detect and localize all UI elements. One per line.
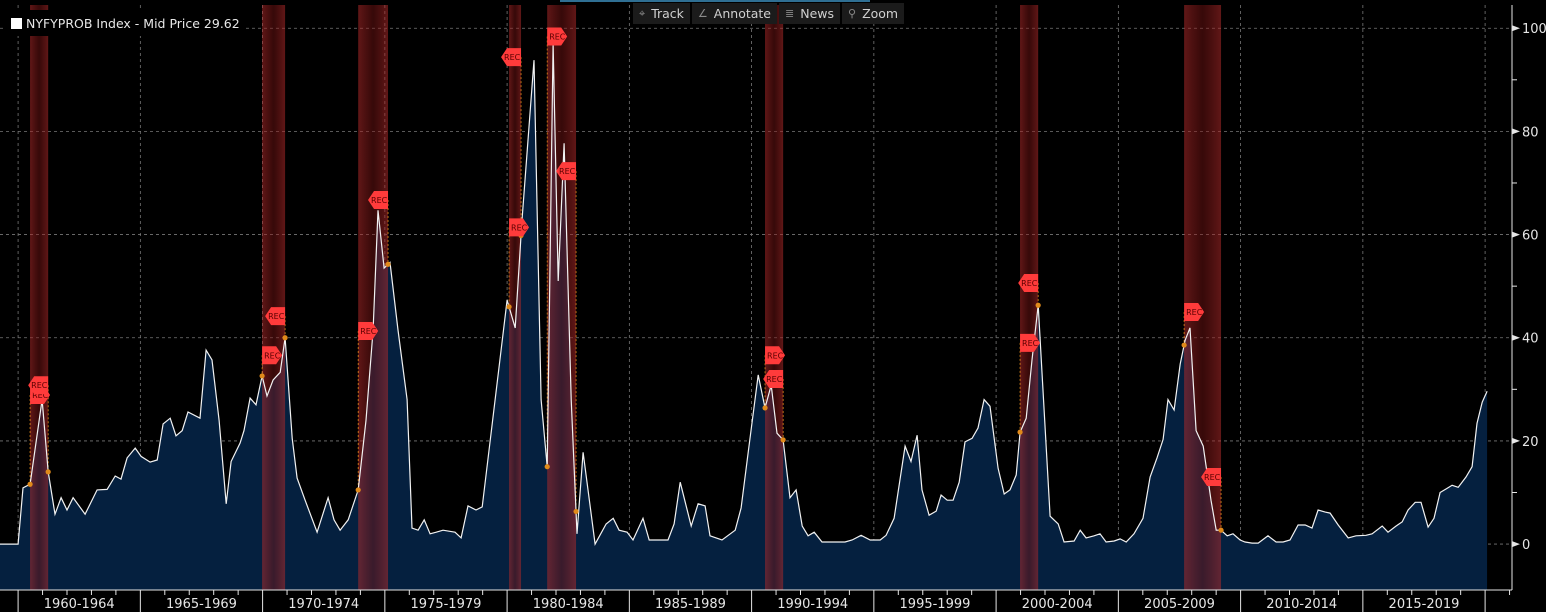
recession-end-dot	[780, 437, 786, 443]
rec-flag-label: REC	[766, 375, 783, 384]
x-tick-label: 1985-1989	[655, 597, 726, 612]
track-button[interactable]: ⌖ Track	[633, 3, 690, 24]
recession-band	[30, 5, 49, 590]
series-line	[0, 43, 1488, 547]
rec-flag-label: REC	[549, 32, 566, 41]
recession-band	[262, 5, 286, 590]
annotate-label: Annotate	[713, 6, 771, 21]
recession-start-dot	[506, 304, 512, 310]
legend-swatch	[11, 17, 22, 29]
recession-start-dot	[355, 487, 361, 493]
x-tick-label: 2005-2009	[1144, 597, 1215, 612]
recession-start-dot	[27, 481, 33, 487]
x-tick-label: 1975-1979	[411, 597, 482, 612]
annotate-button[interactable]: ∠ Annotate	[691, 3, 777, 24]
x-tick-label: 1970-1974	[288, 597, 359, 612]
x-tick-label: 2000-2004	[1022, 597, 1093, 612]
recession-band	[1020, 5, 1039, 590]
news-label: News	[800, 6, 834, 21]
rec-flag-label: REC	[767, 351, 784, 360]
y-tick-marker	[1512, 334, 1520, 341]
x-tick-label: 1995-1999	[900, 597, 971, 612]
news-button[interactable]: ≣ News	[779, 3, 840, 24]
recession-end-dot	[1218, 527, 1224, 533]
news-icon: ≣	[785, 7, 795, 20]
legend[interactable]: NYFYPROB Index - Mid Price 29.62	[4, 10, 244, 36]
y-tick-label: 60	[1522, 229, 1539, 244]
y-tick-label: 100	[1522, 22, 1546, 37]
x-tick-label: 1965-1969	[166, 597, 237, 612]
y-tick-marker	[1512, 128, 1520, 135]
pencil-icon: ∠	[697, 7, 708, 20]
x-tick-label: 1990-1994	[777, 597, 848, 612]
y-tick-marker	[1512, 541, 1520, 548]
zoom-button[interactable]: ⚲ Zoom	[842, 3, 905, 24]
x-tick-label: 2010-2014	[1266, 597, 1337, 612]
series-area	[0, 43, 1488, 590]
x-tick-label: 2015-2019	[1389, 597, 1460, 612]
recession-start-dot	[1017, 429, 1023, 435]
rec-flag-label: REC	[559, 167, 576, 176]
y-tick-marker	[1512, 437, 1520, 444]
recession-end-dot	[45, 469, 51, 475]
probability-chart[interactable]: REC REC REC REC REC REC REC REC REC REC REC REC REC R…	[0, 0, 1546, 612]
magnifier-icon: ⚲	[848, 7, 857, 20]
y-tick-marker	[1512, 231, 1520, 238]
crosshair-icon: ⌖	[639, 6, 646, 20]
recession-band	[1184, 5, 1222, 590]
rec-flag-label: REC	[360, 327, 377, 336]
rec-flag-label: REC	[371, 196, 388, 205]
recession-band	[547, 5, 577, 590]
recession-start-dot	[762, 405, 768, 411]
recession-end-dot	[282, 335, 288, 341]
rec-flag-label: REC	[1186, 308, 1203, 317]
y-tick-marker	[1512, 25, 1520, 32]
recession-end-dot	[1035, 302, 1041, 308]
chart-toolbar: ⌖ Track ∠ Annotate ≣ News ⚲ Zoom	[633, 3, 905, 24]
recession-end-dot	[385, 261, 391, 267]
top-accent-line	[560, 0, 870, 2]
recession-start-dot	[544, 464, 550, 470]
rec-flag-label: REC	[264, 351, 281, 360]
recession-band	[765, 5, 784, 590]
rec-flag-label: REC	[1021, 279, 1038, 288]
x-tick-label: 1980-1984	[533, 597, 604, 612]
legend-label: NYFYPROB Index - Mid Price 29.62	[26, 15, 240, 31]
rec-flag-label: REC	[504, 53, 521, 62]
rec-flag-label: REC	[1022, 339, 1039, 348]
recession-end-dot	[573, 508, 579, 515]
track-label: Track	[651, 6, 684, 21]
rec-flag-label: REC	[31, 381, 48, 390]
y-tick-label: 20	[1522, 435, 1539, 450]
recession-band	[358, 5, 389, 590]
y-tick-label: 80	[1522, 125, 1539, 140]
rec-flag-label: REC	[268, 312, 285, 321]
y-tick-label: 40	[1522, 332, 1539, 347]
y-tick-label: 0	[1522, 538, 1530, 553]
x-tick-label: 1960-1964	[44, 597, 115, 612]
rec-flag-label: REC	[511, 223, 528, 232]
rec-flag-label: REC	[1204, 473, 1221, 482]
recession-start-dot	[259, 373, 265, 379]
recession-start-dot	[1181, 342, 1187, 348]
zoom-label: Zoom	[862, 6, 899, 21]
recession-band	[509, 5, 522, 590]
